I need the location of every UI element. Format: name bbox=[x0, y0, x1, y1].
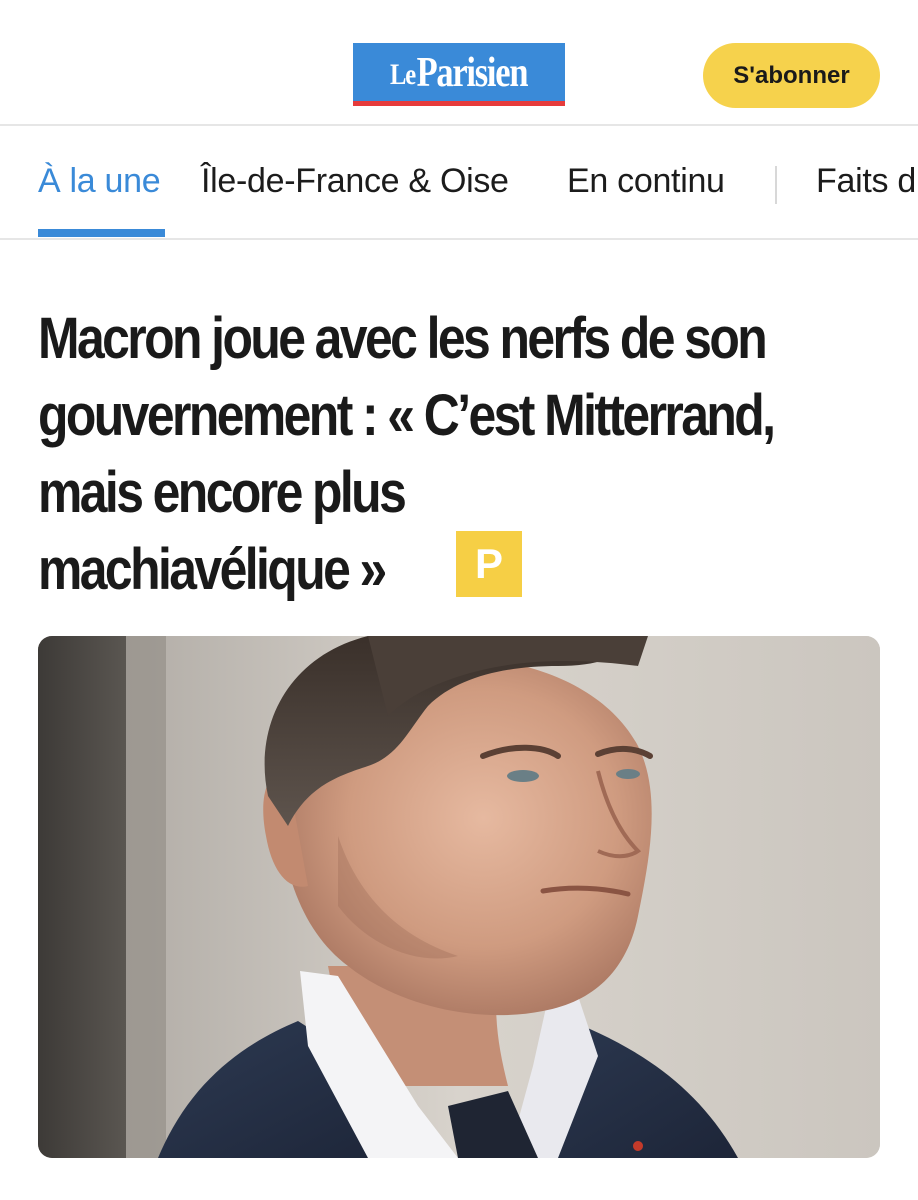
logo-le: Le bbox=[390, 57, 416, 91]
headline-line-2: gouvernement : « C’est Mitterrand, bbox=[38, 383, 776, 448]
logo-parisien: Parisien bbox=[416, 49, 529, 96]
article-page: LeParisien S'abonner À la une Île-de-Fra… bbox=[0, 0, 918, 1200]
headline-line-3: mais encore plus bbox=[38, 460, 407, 525]
headline-line-4: machiavélique » bbox=[38, 537, 387, 602]
active-tab-indicator bbox=[38, 229, 165, 237]
nav-item-en-continu[interactable]: En continu bbox=[567, 162, 725, 201]
logo-wordmark: LeParisien bbox=[390, 49, 529, 97]
headline-line-1: Macron joue avec les nerfs de son bbox=[38, 306, 768, 371]
portrait-photo-image bbox=[38, 636, 880, 1158]
nav-divider bbox=[775, 166, 777, 204]
article-photo[interactable] bbox=[38, 636, 880, 1158]
site-header: LeParisien S'abonner bbox=[0, 0, 918, 126]
premium-badge-icon: P bbox=[456, 531, 522, 597]
le-parisien-logo[interactable]: LeParisien bbox=[353, 43, 565, 106]
nav-item-a-la-une[interactable]: À la une bbox=[38, 162, 161, 201]
section-nav: À la une Île-de-France & Oise En continu… bbox=[0, 126, 918, 240]
nav-item-faits-divers[interactable]: Faits d bbox=[816, 162, 916, 201]
subscribe-button[interactable]: S'abonner bbox=[703, 43, 880, 108]
nav-item-ile-de-france[interactable]: Île-de-France & Oise bbox=[201, 162, 509, 201]
